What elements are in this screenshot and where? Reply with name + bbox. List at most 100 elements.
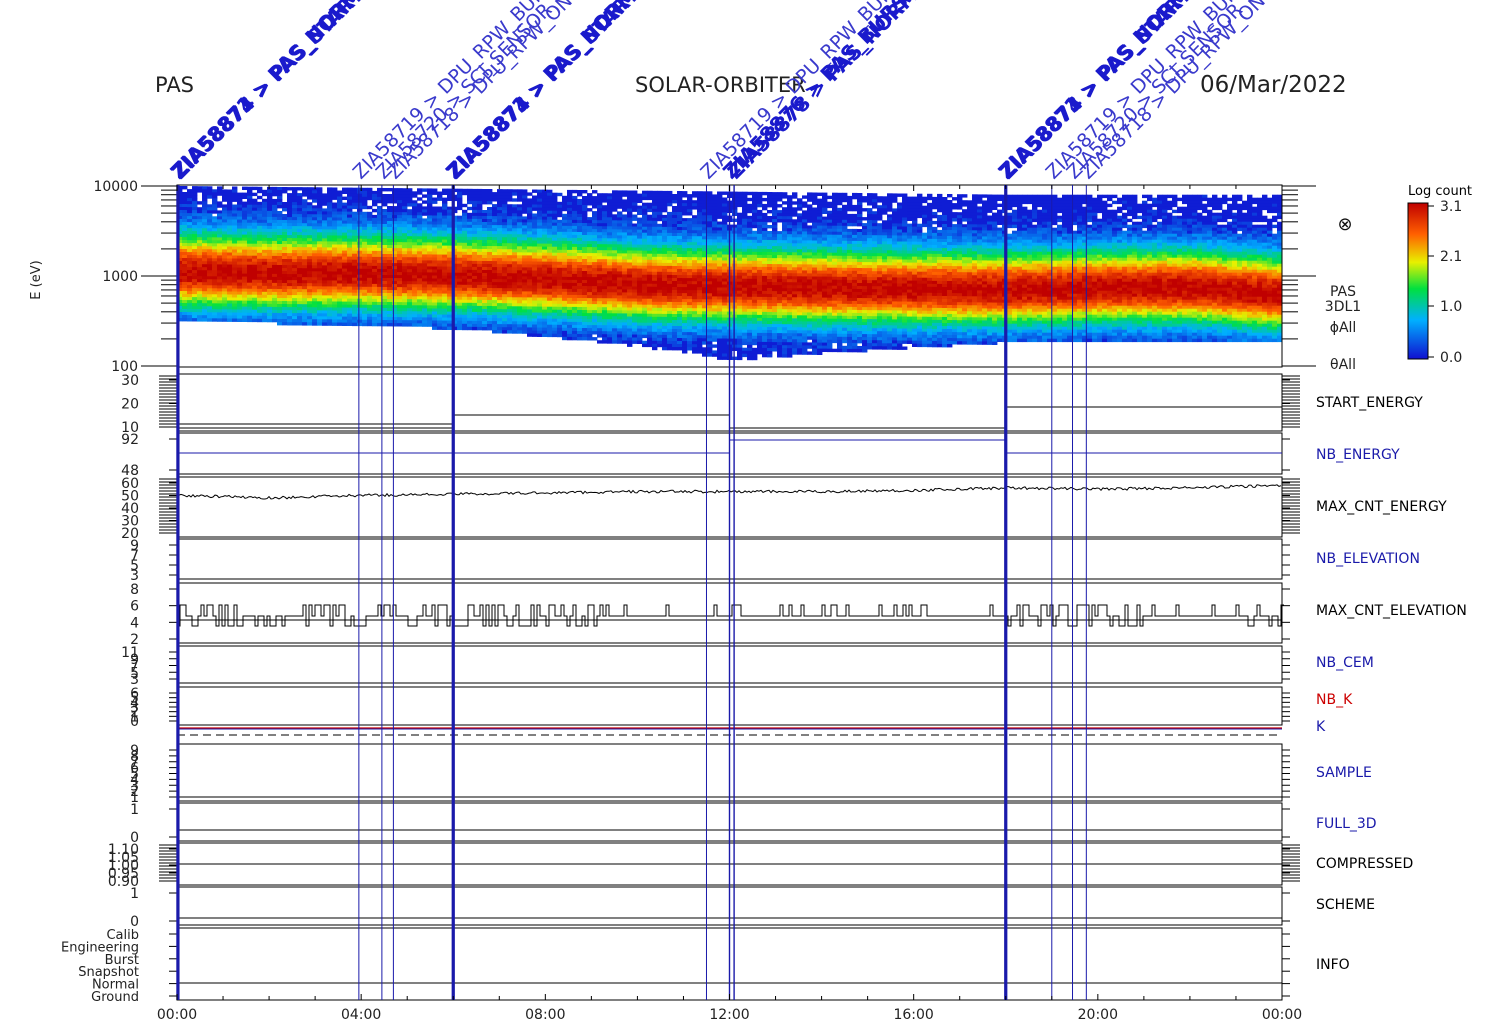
spectrogram-cell <box>662 319 668 324</box>
spectrogram-cell <box>602 271 608 275</box>
spectrogram-cell <box>457 251 463 256</box>
spectrogram-cell <box>517 258 523 262</box>
spectrogram-cell <box>552 258 558 263</box>
spectrogram-cell <box>322 283 328 287</box>
spectrogram-cell <box>562 330 568 335</box>
spectrogram-cell <box>697 344 703 348</box>
spectrogram-cell <box>632 283 638 287</box>
spectrogram-cell <box>512 303 518 307</box>
spectrogram-cell <box>642 295 648 300</box>
spectrogram-cell <box>292 310 298 314</box>
spectrogram-cell <box>457 224 463 229</box>
spectrogram-cell <box>197 216 203 220</box>
spectrogram-cell <box>457 269 463 274</box>
spectrogram-cell <box>477 293 483 298</box>
spectrogram-cell <box>557 225 563 230</box>
spectrogram-cell <box>577 283 583 287</box>
spectrogram-cell <box>187 297 193 301</box>
spectrogram-cell <box>577 211 583 215</box>
spectrogram-cell <box>347 190 353 194</box>
spectrogram-cell <box>692 194 698 198</box>
spectrogram-cell <box>542 273 548 277</box>
spectrogram-cell <box>267 213 273 218</box>
spectrogram-cell <box>707 320 713 324</box>
spectrogram-cell <box>532 246 538 250</box>
spectrogram-cell <box>332 190 338 194</box>
spectrogram-cell <box>457 233 463 238</box>
spectrogram-cell <box>292 202 298 206</box>
spectrogram-cell <box>347 262 353 266</box>
spectrogram-cell <box>622 292 628 296</box>
spectrogram-cell <box>582 190 588 194</box>
spectrogram-cell <box>402 212 408 216</box>
spectrogram-cell <box>537 282 543 286</box>
spectrogram-cell <box>267 285 273 290</box>
spectrogram-cell <box>427 197 433 201</box>
spectrogram-cell <box>292 253 298 257</box>
spectrogram-cell <box>522 324 528 328</box>
spectrogram-cell <box>307 292 313 296</box>
spectrogram-cell <box>422 284 428 288</box>
spectrogram-cell <box>427 314 433 318</box>
spectrogram-cell <box>462 266 468 271</box>
spectrogram-cell <box>237 315 243 319</box>
spectrogram-cell <box>317 190 323 194</box>
spectrogram-cell <box>342 310 348 314</box>
spectrogram-cell <box>517 267 523 271</box>
spectrogram-cell <box>567 303 573 308</box>
spectrogram-cell <box>392 314 398 318</box>
spectrogram-cell <box>697 269 703 273</box>
spectrogram-cell <box>197 264 203 268</box>
spectrogram-cell <box>622 253 628 257</box>
spectrogram-cell <box>637 304 643 308</box>
spectrogram-cell <box>482 300 488 304</box>
spectrogram-cell <box>287 187 293 191</box>
spectrogram-cell <box>297 298 303 302</box>
spectrogram-cell <box>502 324 508 328</box>
spectrogram-cell <box>272 264 278 269</box>
spectrogram-cell <box>592 322 598 326</box>
spectrogram-cell <box>312 235 318 239</box>
spectrogram-cell <box>442 248 448 252</box>
spectrogram-cell <box>672 284 678 288</box>
spectrogram-cell <box>287 271 293 275</box>
spectrogram-cell <box>347 253 353 257</box>
spectrogram-cell <box>262 225 268 230</box>
spectrogram-cell <box>682 248 688 252</box>
spectrogram-cell <box>187 243 193 247</box>
spectrogram-cell <box>202 246 208 250</box>
spectrogram-cell <box>252 210 258 215</box>
spectrogram-cell <box>282 256 288 260</box>
spectrogram-cell <box>267 306 273 311</box>
spectrogram-cell <box>622 316 628 320</box>
spectrogram-cell <box>252 300 258 305</box>
spectrogram-cell <box>332 187 338 191</box>
spectrogram-cell <box>347 292 353 296</box>
spectrogram-cell <box>607 268 613 272</box>
spectrogram-cell <box>392 305 398 309</box>
spectrogram-cell <box>652 244 658 249</box>
spectrogram-cell <box>282 235 288 239</box>
spectrogram-cell <box>362 226 368 231</box>
spectrogram-cell <box>622 202 628 206</box>
spectrogram-cell <box>192 288 198 292</box>
spectrogram-cell <box>222 273 228 277</box>
spectrogram-cell <box>222 261 228 265</box>
spectrogram-cell <box>472 242 478 247</box>
spectrogram-cell <box>307 274 313 278</box>
spectrogram-cell <box>352 244 358 249</box>
spectrogram-cell <box>557 285 563 290</box>
spectrogram-cell <box>382 242 388 246</box>
spectrogram-cell <box>642 202 648 207</box>
spectrogram-cell <box>422 233 428 237</box>
spectrogram-cell <box>572 270 578 275</box>
spectrogram-cell <box>622 322 628 326</box>
spectrogram-cell <box>392 215 398 219</box>
spectrogram-cell <box>652 292 658 297</box>
spectrogram-cell <box>252 318 258 323</box>
spectrogram-cell <box>522 300 528 304</box>
spectrogram-cell <box>397 278 403 282</box>
spectrogram-cell <box>237 249 243 253</box>
spectrogram-cell <box>457 242 463 247</box>
spectrogram-cell <box>557 264 563 269</box>
